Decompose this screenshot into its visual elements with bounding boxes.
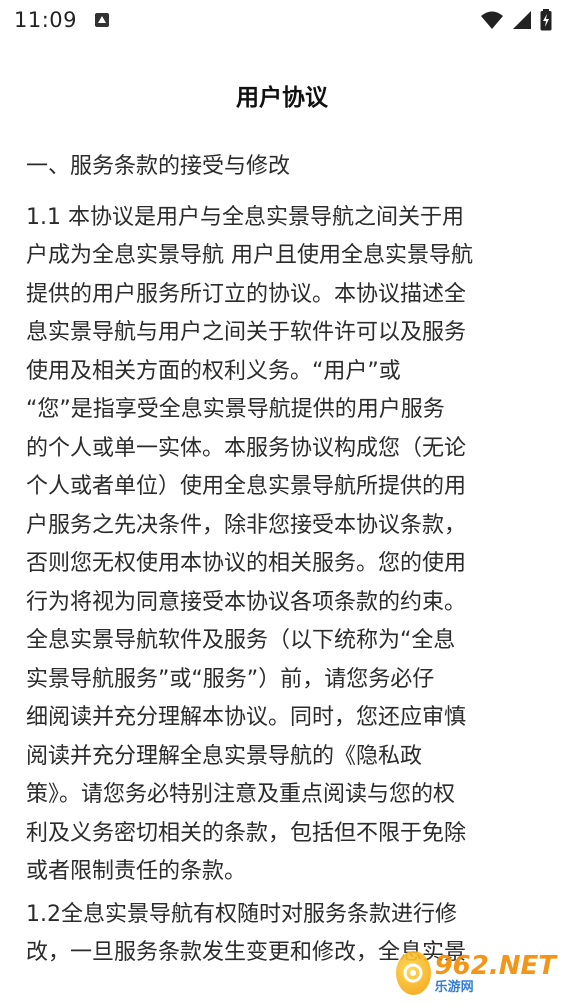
paragraph-line: 行为将视为同意接受本协议各项条款的约束。 — [26, 589, 467, 615]
paragraph-line: 使用及相关方面的权利义务。“用户”或 — [26, 358, 401, 384]
paragraph-line: “您”是指享受全息实景导航提供的用户服务 — [26, 397, 445, 422]
paragraph-line: 1.1 本协议是用户与全息实景导航之间关于用 — [26, 204, 464, 230]
status-bar-right — [480, 9, 552, 31]
status-bar: 11:09 — [0, 0, 564, 40]
watermark-logo-icon — [396, 951, 431, 995]
paragraph-line: 细阅读并充分理解本协议。同时，您还应审慎 — [26, 705, 467, 730]
paragraph-1-1: 1.1 本协议是用户与全息实景导航之间关于用 户成为全息实景导航 用户且使用全息… — [26, 199, 542, 892]
paragraph-line: 户服务之先决条件，除非您接受本协议条款， — [26, 512, 467, 538]
wifi-icon — [481, 11, 503, 29]
paragraph-line: 户成为全息实景导航 用户且使用全息实景导航 — [26, 243, 473, 268]
paragraph-line: 否则您无权使用本协议的相关服务。您的使用 — [26, 551, 467, 576]
paragraph-line: 全息实景导航软件及服务（以下统称为“全息 — [26, 628, 456, 653]
page-title: 用户协议 — [236, 85, 328, 111]
notification-icon — [95, 13, 110, 27]
paragraph-line: 1.2全息实景导航有权随时对服务条款进行修 — [26, 901, 457, 927]
section-heading: 一、服务条款的接受与修改 — [26, 154, 291, 179]
status-time: 11:09 — [14, 8, 78, 32]
paragraph-line: 或者限制责任的条款。 — [26, 859, 247, 884]
status-bar-left: 11:09 — [14, 8, 110, 32]
agreement-content: 一、服务条款的接受与修改 1.1 本协议是用户与全息实景导航之间关于用 户成为全… — [26, 148, 542, 977]
cellular-signal-icon — [513, 11, 531, 29]
paragraph-line: 阅读并充分理解全息实景导航的《隐私政 — [26, 743, 423, 769]
paragraph-line: 利及义务密切相关的条款，包括但不限于免除 — [26, 820, 467, 846]
paragraph-line: 个人或者单位）使用全息实景导航所提供的用 — [26, 474, 467, 499]
paragraph-line: 提供的用户服务所订立的协议。本协议描述全 — [26, 281, 467, 307]
battery-charging-icon — [540, 9, 552, 31]
watermark-sub-text: 乐游网 — [434, 979, 474, 995]
paragraph-line: 策》。请您务必特别注意及重点阅读与您的权 — [26, 782, 456, 807]
watermark-text: 962.NET 乐游网 — [435, 953, 556, 994]
paragraph-line: 的个人或单一实体。本服务协议构成您（无论 — [26, 435, 467, 461]
paragraph-line: 息实景导航与用户之间关于软件许可以及服务 — [26, 320, 467, 345]
site-watermark: 962.NET 乐游网 — [396, 946, 556, 1000]
paragraph-line: 实景导航服务”或“服务”）前，请您务必仔 — [26, 666, 435, 692]
watermark-main-text: 962.NET — [434, 950, 556, 981]
